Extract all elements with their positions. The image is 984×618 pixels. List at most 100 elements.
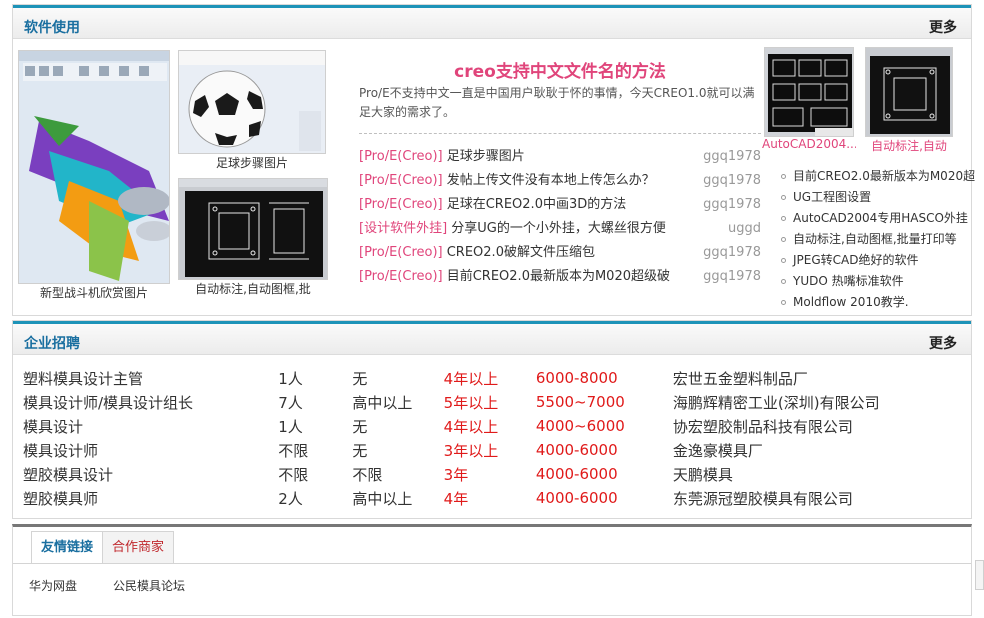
article-category[interactable]: [Pro/E(Creo)]: [359, 149, 443, 164]
autocad-thumbnail-caption[interactable]: AutoCAD2004...: [762, 137, 856, 151]
job-position[interactable]: 模具设计师: [23, 438, 278, 462]
tab-partners[interactable]: 合作商家: [103, 531, 175, 563]
list-item[interactable]: 自动标注,自动图框,批量打印等: [779, 229, 975, 250]
table-row[interactable]: 塑胶模具设计 不限 不限 3年 4000-6000 天鹏模具: [23, 462, 971, 486]
soccer-ball-icon: [179, 51, 325, 153]
fighter-jet-thumbnail[interactable]: [18, 50, 170, 284]
job-position[interactable]: 模具设计: [23, 414, 278, 438]
friend-link[interactable]: 公民模具论坛: [113, 577, 185, 594]
job-company[interactable]: 宏世五金塑料制品厂: [673, 366, 971, 390]
job-position[interactable]: 塑胶模具设计: [23, 462, 278, 486]
job-position[interactable]: 塑胶模具师: [23, 486, 278, 510]
cad-drawing-icon: [866, 48, 952, 136]
list-item[interactable]: YUDO 热嘴标准软件: [779, 271, 975, 292]
article-category[interactable]: [设计软件外挂]: [359, 221, 447, 236]
side-article-title[interactable]: 目前CREO2.0最新版本为M020超: [793, 169, 975, 183]
job-education: 无: [352, 369, 368, 388]
job-experience: 4年: [443, 489, 469, 508]
list-item[interactable]: [Pro/E(Creo)] 足球在CREO2.0中画3D的方法 ggq1978: [359, 194, 761, 218]
job-salary: 4000-6000: [535, 465, 618, 483]
list-item[interactable]: [Pro/E(Creo)] 足球步骤图片 ggq1978: [359, 146, 761, 170]
article-title[interactable]: 足球步骤图片: [447, 149, 525, 164]
side-article-title[interactable]: AutoCAD2004专用HASCO外挂: [793, 211, 968, 225]
list-item[interactable]: UG工程图设置: [779, 187, 975, 208]
list-item[interactable]: 目前CREO2.0最新版本为M020超: [779, 166, 975, 187]
list-item[interactable]: JPEG转CAD绝好的软件: [779, 250, 975, 271]
job-count: 1人: [278, 369, 303, 388]
soccer-thumbnail[interactable]: [178, 50, 326, 154]
job-company[interactable]: 天鹏模具: [673, 462, 971, 486]
article-author[interactable]: ggq1978: [703, 146, 761, 168]
jobs-panel-header: 企业招聘 更多: [13, 321, 971, 355]
cad-drawing-thumbnail[interactable]: [178, 178, 328, 280]
table-row[interactable]: 模具设计师/模具设计组长 7人 高中以上 5年以上 5500~7000 海鹏辉精…: [23, 390, 971, 414]
job-education: 无: [352, 417, 368, 436]
article-title[interactable]: CREO2.0破解文件压缩包: [447, 245, 595, 260]
job-company[interactable]: 海鹏辉精密工业(深圳)有限公司: [673, 390, 971, 414]
table-row[interactable]: 模具设计 1人 无 4年以上 4000~6000 协宏塑胶制品科技有限公司: [23, 414, 971, 438]
job-position[interactable]: 塑料模具设计主管: [23, 366, 278, 390]
list-item[interactable]: [Pro/E(Creo)] 目前CREO2.0最新版本为M020超级破 ggq19…: [359, 266, 761, 290]
bullet-icon: [781, 237, 786, 242]
jobs-panel-title: 企业招聘: [24, 336, 80, 352]
job-experience: 4年以上: [443, 369, 499, 388]
auto-dimension-thumbnail[interactable]: [865, 47, 953, 137]
side-article-title[interactable]: UG工程图设置: [793, 190, 871, 204]
tab-friend-links[interactable]: 友情链接: [31, 531, 104, 563]
article-title[interactable]: 目前CREO2.0最新版本为M020超级破: [447, 269, 670, 284]
article-title[interactable]: 分享UG的一个小外挂，大螺丝很方便: [451, 221, 666, 236]
job-salary: 5500~7000: [535, 393, 625, 411]
article-category[interactable]: [Pro/E(Creo)]: [359, 173, 443, 188]
tab-divider: [13, 563, 971, 564]
job-experience: 4年以上: [443, 417, 499, 436]
article-author[interactable]: ggq1978: [703, 170, 761, 192]
list-item[interactable]: [Pro/E(Creo)] CREO2.0破解文件压缩包 ggq1978: [359, 242, 761, 266]
table-row[interactable]: 模具设计师 不限 无 3年以上 4000-6000 金逸豪模具厂: [23, 438, 971, 462]
gallery-caption[interactable]: 足球步骤图片: [178, 154, 326, 171]
list-item[interactable]: [Pro/E(Creo)] 发帖上传文件没有本地上传怎么办？ ggq1978: [359, 170, 761, 194]
software-more-link[interactable]: 更多: [929, 17, 957, 37]
side-article-title[interactable]: YUDO 热嘴标准软件: [793, 274, 904, 288]
job-company[interactable]: 协宏塑胶制品科技有限公司: [673, 414, 971, 438]
job-count: 不限: [278, 441, 309, 460]
article-title[interactable]: 发帖上传文件没有本地上传怎么办？: [447, 173, 655, 188]
job-company[interactable]: 金逸豪模具厂: [673, 438, 971, 462]
job-experience: 3年: [443, 465, 469, 484]
list-item[interactable]: [设计软件外挂] 分享UG的一个小外挂，大螺丝很方便 uggd: [359, 218, 761, 242]
side-article-title[interactable]: JPEG转CAD绝好的软件: [793, 253, 919, 267]
friend-link[interactable]: 华为网盘: [29, 577, 77, 594]
featured-article-title[interactable]: creo支持中文文件名的方法: [359, 57, 761, 82]
table-row[interactable]: 塑胶模具师 2人 高中以上 4年 4000-6000 东莞源冠塑胶模具有限公司: [23, 486, 971, 510]
friend-links-list: 华为网盘 公民模具论坛: [29, 577, 185, 594]
autocad-thumbnail[interactable]: [764, 47, 854, 137]
links-tab-bar: 友情链接 合作商家: [31, 531, 175, 563]
article-category[interactable]: [Pro/E(Creo)]: [359, 269, 443, 284]
article-author[interactable]: ggq1978: [703, 194, 761, 216]
article-category[interactable]: [Pro/E(Creo)]: [359, 245, 443, 260]
list-item[interactable]: AutoCAD2004专用HASCO外挂: [779, 208, 975, 229]
article-author[interactable]: ggq1978: [703, 242, 761, 264]
side-article-title[interactable]: 自动标注,自动图框,批量打印等: [793, 232, 957, 246]
jobs-panel: 企业招聘 更多 塑料模具设计主管 1人 无 4年以上 6000-8000 宏世五…: [12, 320, 972, 519]
side-float-tab[interactable]: [975, 560, 984, 590]
job-experience: 5年以上: [443, 393, 499, 412]
side-article-title[interactable]: Moldflow 2010教学.: [793, 295, 909, 309]
article-title[interactable]: 足球在CREO2.0中画3D的方法: [447, 197, 627, 212]
featured-article-description: Pro/E不支持中文一直是中国用户耿耿于怀的事情，今天CREO1.0就可以满足大…: [359, 86, 755, 119]
job-position[interactable]: 模具设计师/模具设计组长: [23, 390, 278, 414]
table-row[interactable]: 塑料模具设计主管 1人 无 4年以上 6000-8000 宏世五金塑料制品厂: [23, 366, 971, 390]
bullet-icon: [781, 300, 786, 305]
job-education: 不限: [352, 465, 383, 484]
job-company[interactable]: 东莞源冠塑胶模具有限公司: [673, 486, 971, 510]
article-author[interactable]: uggd: [728, 218, 761, 240]
bullet-icon: [781, 258, 786, 263]
auto-dimension-thumbnail-caption[interactable]: 自动标注,自动: [865, 137, 953, 154]
gallery-caption[interactable]: 新型战斗机欣赏图片: [18, 284, 170, 301]
job-salary: 6000-8000: [535, 369, 618, 387]
gallery-caption[interactable]: 自动标注,自动图框,批: [178, 280, 328, 297]
list-item[interactable]: Moldflow 2010教学.: [779, 292, 975, 313]
article-author[interactable]: ggq1978: [703, 266, 761, 288]
job-salary: 4000~6000: [535, 417, 625, 435]
jobs-more-link[interactable]: 更多: [929, 333, 957, 353]
article-category[interactable]: [Pro/E(Creo)]: [359, 197, 443, 212]
